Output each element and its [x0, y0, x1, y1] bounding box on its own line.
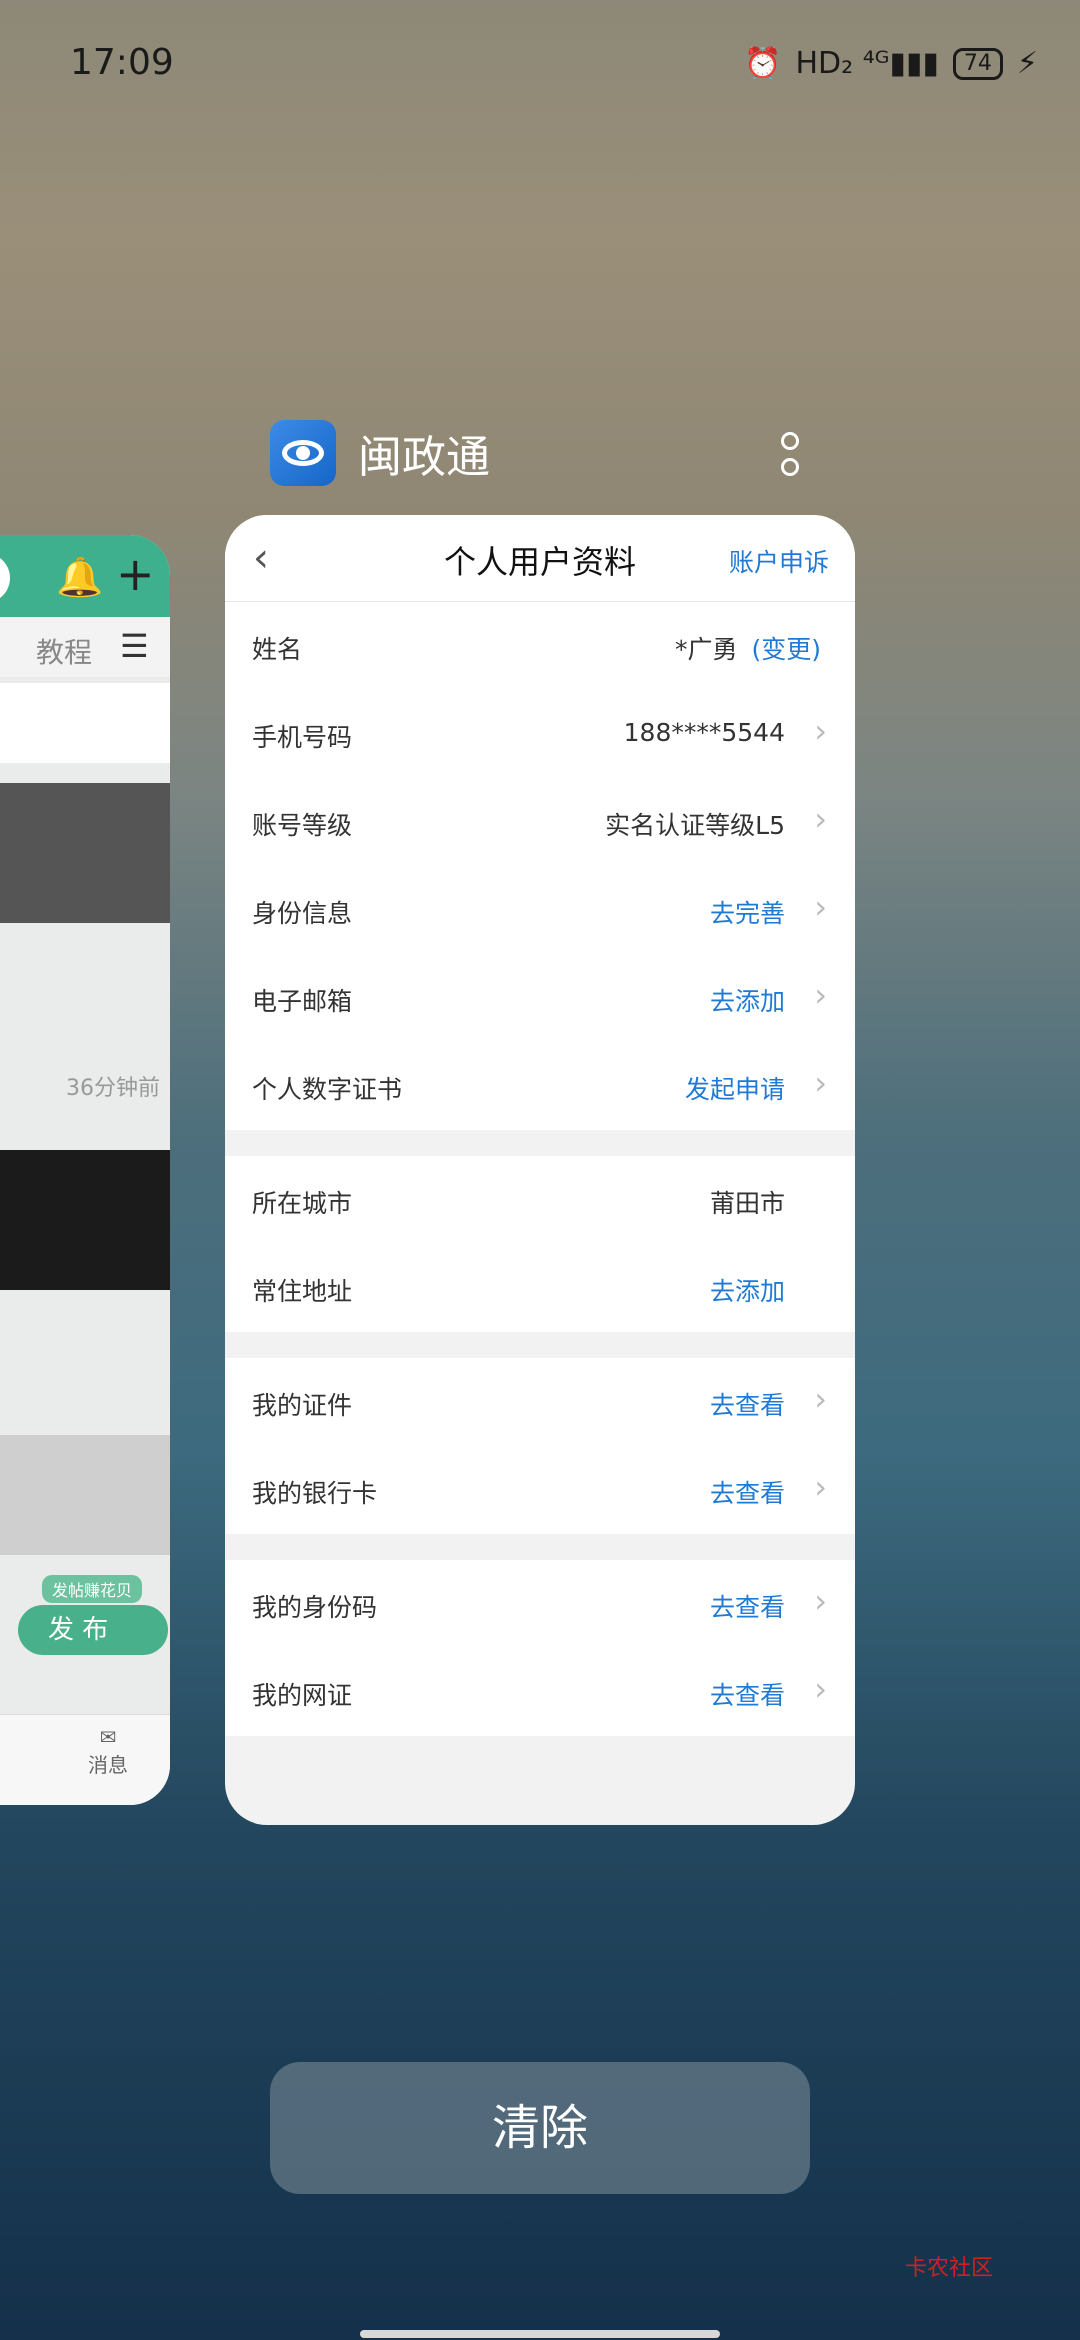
row-account-level[interactable]: 账号等级 实名认证等级L5 ›	[225, 778, 855, 866]
page-topbar: ‹ 个人用户资料 账户申诉	[225, 515, 855, 602]
left-app-timestamp: 36分钟前	[66, 1076, 160, 1101]
row-value: 莆田市	[709, 1189, 785, 1218]
chevron-right-icon: ›	[814, 1468, 827, 1506]
chevron-right-icon: ›	[814, 1064, 827, 1102]
row-value: 去查看	[709, 1681, 785, 1710]
row-label: 个人数字证书	[252, 1075, 403, 1104]
row-phone[interactable]: 手机号码 188****5544 ›	[225, 690, 855, 778]
name-value: *广勇	[674, 635, 738, 664]
left-app-publish-button: 发 布	[18, 1605, 168, 1655]
section-divider	[225, 1332, 855, 1358]
row-identity-code[interactable]: 我的身份码 去查看 ›	[225, 1560, 855, 1648]
left-app-bottom-nav: ✉ 消息	[0, 1714, 170, 1805]
left-app-tab: 教程	[36, 636, 93, 669]
chevron-right-icon: ›	[814, 1582, 827, 1620]
charging-icon: ⚡	[1016, 46, 1038, 81]
row-label: 电子邮箱	[252, 987, 353, 1016]
row-label: 账号等级	[252, 811, 353, 840]
row-value: 发起申请	[684, 1075, 785, 1104]
profile-group-documents: 我的证件 去查看 › 我的银行卡 去查看 ›	[225, 1358, 855, 1534]
row-label: 我的银行卡	[252, 1479, 378, 1508]
row-email[interactable]: 电子邮箱 去添加 ›	[225, 954, 855, 1042]
left-app-nav-messages: ✉ 消息	[88, 1725, 128, 1778]
section-divider	[225, 1130, 855, 1156]
chevron-right-icon: ›	[814, 976, 827, 1014]
row-value: 去查看	[709, 1479, 785, 1508]
row-label: 我的证件	[252, 1391, 353, 1420]
left-app-search-icon	[0, 553, 10, 603]
left-app-publish-tag: 发帖赚花贝	[42, 1575, 143, 1603]
mail-icon: ✉	[99, 1725, 117, 1749]
watermark-logo: 卡农社区	[905, 2256, 994, 2281]
row-value: 去完善	[709, 899, 785, 928]
network-indicator: HD₂ ⁴ᴳ▮▮▮	[795, 46, 939, 81]
alarm-icon: ⏰	[744, 46, 782, 81]
change-name-link[interactable]: (变更)	[751, 635, 821, 664]
recent-app-card-main[interactable]: ‹ 个人用户资料 账户申诉 姓名 *广勇 (变更) 手机号码 188****554…	[225, 515, 855, 1825]
row-value: 188****5544	[623, 718, 785, 747]
left-app-dark-preview	[0, 1150, 170, 1290]
row-label: 手机号码	[252, 723, 353, 752]
plus-icon: +	[116, 547, 155, 601]
row-value: *广勇 (变更)	[675, 630, 821, 666]
left-app-photo	[0, 1435, 170, 1555]
recent-app-card-left[interactable]: 🔔 + 教程 ☰ 36分钟前 发帖赚花贝 发 布 ✉ 消息	[0, 535, 170, 1805]
profile-group-ids: 我的身份码 去查看 › 我的网证 去查看 ›	[225, 1560, 855, 1736]
recent-app-header: 闽政通	[270, 420, 490, 486]
left-app-content-block	[0, 683, 170, 763]
profile-group-basic: 姓名 *广勇 (变更) 手机号码 188****5544 › 账号等级 实名认证等…	[225, 602, 855, 1130]
status-time: 17:09	[70, 42, 174, 83]
row-label: 常住地址	[252, 1277, 353, 1306]
row-label: 我的网证	[252, 1681, 353, 1710]
chevron-right-icon: ›	[814, 888, 827, 926]
row-value: 实名认证等级L5	[605, 811, 785, 840]
menu-icon: ☰	[120, 627, 149, 665]
row-label: 姓名	[252, 635, 303, 664]
row-city[interactable]: 所在城市 莆田市	[225, 1156, 855, 1244]
bell-icon: 🔔	[56, 555, 104, 599]
chevron-right-icon: ›	[814, 1670, 827, 1708]
row-network-id[interactable]: 我的网证 去查看 ›	[225, 1648, 855, 1736]
row-digital-certificate[interactable]: 个人数字证书 发起申请 ›	[225, 1042, 855, 1130]
status-bar: 17:09 ⏰ HD₂ ⁴ᴳ▮▮▮ 74 ⚡	[0, 0, 1080, 130]
row-value: 去添加	[709, 987, 785, 1016]
row-my-documents[interactable]: 我的证件 去查看 ›	[225, 1358, 855, 1446]
left-app-tabs: 教程 ☰	[0, 617, 170, 677]
row-label: 我的身份码	[252, 1593, 378, 1622]
row-name[interactable]: 姓名 *广勇 (变更)	[225, 602, 855, 690]
row-value: 去查看	[709, 1391, 785, 1420]
more-options-icon[interactable]	[780, 430, 800, 478]
left-app-topbar: 🔔 +	[0, 535, 170, 617]
section-divider	[225, 1534, 855, 1560]
app-name: 闽政通	[358, 432, 490, 483]
chevron-right-icon: ›	[814, 1380, 827, 1418]
row-value: 去添加	[709, 1277, 785, 1306]
row-value: 去查看	[709, 1593, 785, 1622]
clear-recent-apps-button[interactable]: 清除	[270, 2062, 810, 2194]
row-bank-cards[interactable]: 我的银行卡 去查看 ›	[225, 1446, 855, 1534]
row-label: 所在城市	[252, 1189, 353, 1218]
left-app-nav-label: 消息	[88, 1753, 128, 1777]
chevron-right-icon: ›	[814, 712, 827, 750]
chevron-right-icon: ›	[814, 800, 827, 838]
battery-indicator: 74	[952, 47, 1003, 80]
row-label: 身份信息	[252, 899, 353, 928]
left-app-dialog-preview	[0, 783, 170, 923]
account-appeal-link[interactable]: 账户申诉	[729, 543, 829, 579]
status-icons: ⏰ HD₂ ⁴ᴳ▮▮▮ 74 ⚡	[744, 46, 1038, 81]
app-logo-icon	[270, 420, 336, 486]
profile-group-location: 所在城市 莆田市 常住地址 去添加	[225, 1156, 855, 1332]
row-identity-info[interactable]: 身份信息 去完善 ›	[225, 866, 855, 954]
row-address[interactable]: 常住地址 去添加	[225, 1244, 855, 1332]
home-indicator[interactable]	[360, 2330, 720, 2338]
